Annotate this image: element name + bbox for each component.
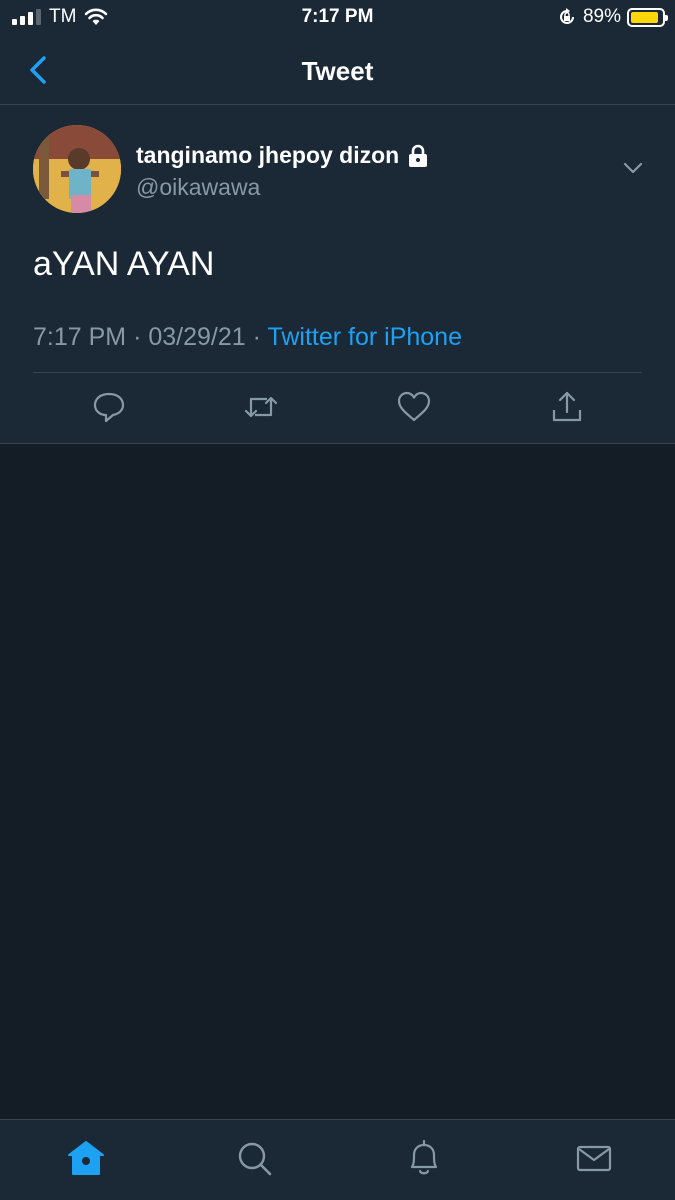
page-title: Tweet [301,56,374,86]
tab-search[interactable] [234,1138,274,1178]
battery-icon [627,7,668,27]
search-icon [238,1142,272,1176]
status-right: 89% [557,6,668,28]
tweet-card: tanginamo jhepoy dizon @oikawawa aYAN AY… [0,105,675,444]
status-bar: TM 7:17 PM 89% [0,0,675,36]
battery-percent: 89% [582,6,621,27]
mail-icon [576,1145,612,1172]
tab-home[interactable] [66,1138,106,1178]
home-icon [68,1141,104,1175]
tweet-menu-button[interactable] [621,158,645,178]
tweet-text: aYAN AYAN [33,245,215,283]
share-icon [552,391,582,422]
tweet-detail-screen: TM 7:17 PM 89% Tweet tanginamo jhepoy di… [0,0,675,1200]
avatar-image [33,125,121,213]
heart-icon [397,391,431,422]
share-button[interactable] [549,389,585,425]
chevron-down-icon [623,162,643,174]
reply-icon [93,392,125,423]
tweet-time: 7:17 PM [33,323,127,351]
display-name-text: tanginamo jhepoy dizon [136,142,400,168]
reply-button[interactable] [91,389,127,425]
orientation-lock-icon [560,8,574,24]
like-button[interactable] [396,389,432,425]
tweet-date: 03/29/21 [148,323,246,351]
tweet-source-link[interactable]: Twitter for iPhone [267,323,462,351]
retweet-button[interactable] [243,389,279,425]
lock-icon [409,144,428,167]
divider [33,372,642,373]
battery-fill [631,11,658,23]
meta-separator: · [252,323,261,351]
nav-bar: Tweet [0,36,675,105]
display-name[interactable]: tanginamo jhepoy dizon [136,142,429,169]
avatar[interactable] [33,125,121,213]
tab-bar [0,1119,675,1200]
tab-messages[interactable] [574,1138,614,1178]
meta-separator: · [133,323,142,351]
user-handle[interactable]: @oikawawa [136,174,260,201]
tab-notifications[interactable] [404,1138,444,1178]
bell-icon [410,1139,438,1175]
tweet-actions [0,389,675,429]
tweet-meta: 7:17 PM · 03/29/21 · Twitter for iPhone [33,323,462,352]
retweet-icon [244,396,278,418]
